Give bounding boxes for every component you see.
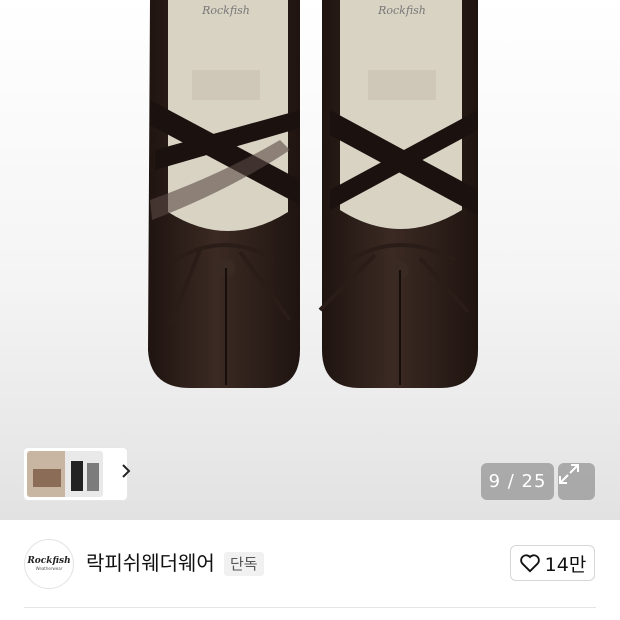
like-count: 14만 [544,553,587,576]
brand-logo[interactable]: Rockfish Weatherwear [24,539,74,589]
image-counter: 9 / 25 [481,463,554,500]
left-shoe: Rockfish [148,0,300,388]
brand-row[interactable]: Rockfish Weatherwear 락피쉬웨더웨어 단독 14만 [0,520,620,608]
product-image[interactable]: Rockfish Rockfish 9 / 25 [0,0,620,520]
expand-icon [559,464,579,484]
brand-name[interactable]: 락피쉬웨더웨어 [86,550,215,576]
expand-button[interactable] [558,463,595,500]
heart-outline-icon [519,554,540,573]
left-insole-brand: Rockfish [201,4,250,17]
ballet-flats-photo: Rockfish Rockfish [148,0,478,388]
thumbnail-images[interactable] [27,451,103,497]
divider [24,607,596,608]
like-button[interactable]: 14만 [510,545,595,581]
brand-logo-text: Rockfish [27,556,71,566]
right-insole-brand: Rockfish [377,4,426,17]
thumbnail-strip[interactable] [24,448,131,500]
brand-logo-subtext: Weatherwear [35,566,63,571]
right-shoe: Rockfish [318,0,478,388]
exclusive-badge: 단독 [224,552,264,576]
